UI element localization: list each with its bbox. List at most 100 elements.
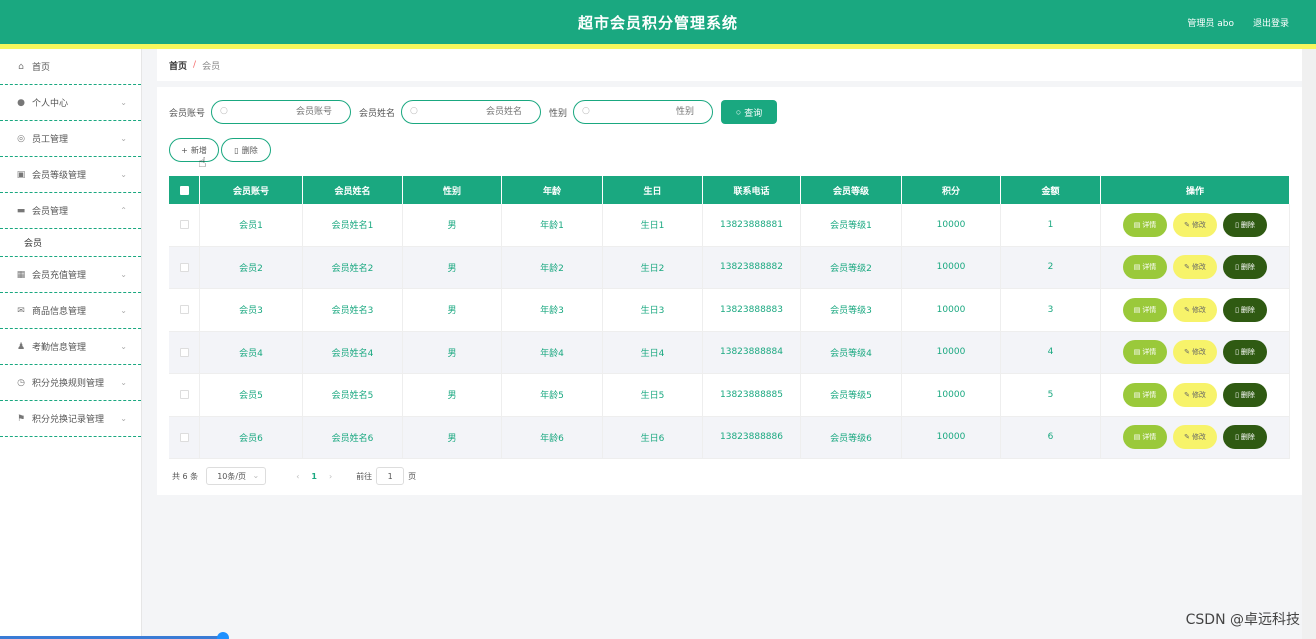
progress-dot[interactable] xyxy=(217,632,229,639)
breadcrumb-home[interactable]: 首页 xyxy=(169,59,187,72)
sidebar-item[interactable]: ♟ 考勤信息管理 ⌄ xyxy=(0,329,141,365)
table-cell: 会员等级1 xyxy=(801,204,902,246)
row-checkbox[interactable] xyxy=(179,432,189,442)
user-name[interactable]: 管理员 abo xyxy=(1187,16,1234,29)
chevron-down-icon: ⌄ xyxy=(120,134,127,143)
add-button-label: 新增 xyxy=(190,145,207,155)
table-cell: 年龄4 xyxy=(502,331,603,373)
goto-input[interactable]: 1 xyxy=(376,467,405,485)
edit-button-label: 修改 xyxy=(1191,390,1206,399)
gender-search-input[interactable] xyxy=(574,101,713,123)
pencil-icon: ✎ xyxy=(1184,220,1190,229)
file-icon: ▤ xyxy=(1133,390,1141,399)
name-search-input[interactable] xyxy=(402,101,541,123)
sidebar-item[interactable]: ◎ 员工管理 ⌄ xyxy=(0,121,141,157)
row-select-cell xyxy=(169,331,200,373)
table-cell: 6 xyxy=(1001,416,1101,458)
edit-button-label: 修改 xyxy=(1191,220,1206,229)
delete-button[interactable]: ▯ 删除 xyxy=(1223,382,1267,407)
table-cell: 会员姓名2 xyxy=(303,246,403,288)
sidebar-item[interactable]: ✉ 商品信息管理 ⌄ xyxy=(0,293,141,329)
row-checkbox[interactable] xyxy=(179,262,189,272)
plus-icon: + xyxy=(181,145,188,155)
table-cell: 13823888884 xyxy=(703,331,801,373)
row-checkbox[interactable] xyxy=(179,347,189,357)
detail-button[interactable]: ▤ 详情 xyxy=(1123,212,1167,237)
detail-button[interactable]: ▤ 详情 xyxy=(1123,382,1167,407)
delete-button[interactable]: ▯ 删除 xyxy=(1223,425,1267,450)
sidebar: ⌂ 首页 ● 个人中心 ⌄ ◎ 员工管理 ⌄ ▣ 会员等级管理 ⌄ ▬ 会员管理 ⌃ 会员 ▦ 会员充值管理 ⌄ ✉… xyxy=(0,49,142,639)
select-all-checkbox[interactable] xyxy=(179,185,189,195)
page-size-select[interactable]: 10条/页 ⌄ xyxy=(206,467,267,485)
sidebar-item[interactable]: ⌂ 首页 xyxy=(0,49,141,85)
edit-button[interactable]: ✎ 修改 xyxy=(1173,425,1217,450)
sidebar-item[interactable]: ▬ 会员管理 ⌃ xyxy=(0,193,141,229)
detail-button-label: 详情 xyxy=(1142,348,1157,357)
row-actions: ▤ 详情 ✎ 修改 ▯ 删除 xyxy=(1101,204,1290,246)
query-button[interactable]: ○ 查询 xyxy=(721,100,778,124)
sidebar-item[interactable]: ▣ 会员等级管理 ⌄ xyxy=(0,157,141,193)
table-header: 会员账号 会员姓名 性别 年龄 生日 联系电话 会员等级 积分 金额 操作 xyxy=(169,176,1290,204)
gender-search-field[interactable]: ○ xyxy=(573,100,714,124)
sidebar-item[interactable]: ▦ 会员充值管理 ⌄ xyxy=(0,257,141,293)
edit-button[interactable]: ✎ 修改 xyxy=(1173,382,1217,407)
action-bar: + 新增 ▯ 删除 xyxy=(169,138,273,162)
edit-button[interactable]: ✎ 修改 xyxy=(1173,297,1217,322)
row-checkbox[interactable] xyxy=(179,220,189,230)
sidebar-item[interactable]: ● 个人中心 ⌄ xyxy=(0,85,141,121)
chevron-down-icon: ⌄ xyxy=(120,306,127,315)
row-select-cell xyxy=(169,289,200,331)
trash-icon: ▯ xyxy=(1235,348,1239,357)
table-cell: 4 xyxy=(1001,331,1101,373)
sidebar-item-label: 员工管理 xyxy=(32,135,69,145)
column-header: 会员等级 xyxy=(801,176,902,204)
edit-button[interactable]: ✎ 修改 xyxy=(1173,255,1217,280)
row-select-cell xyxy=(169,416,200,458)
table-cell: 男 xyxy=(403,289,502,331)
edit-button[interactable]: ✎ 修改 xyxy=(1173,340,1217,365)
delete-button[interactable]: ▯ 删除 xyxy=(1223,255,1267,280)
table-cell: 13823888885 xyxy=(703,374,801,416)
mail-icon: ✉ xyxy=(17,305,25,316)
sidebar-subitem-member[interactable]: 会员 xyxy=(0,229,141,257)
next-page-icon[interactable]: › xyxy=(329,472,332,481)
row-checkbox[interactable] xyxy=(179,305,189,315)
watermark: CSDN @卓远科技 xyxy=(1185,612,1300,628)
table-row: 会员5 会员姓名5 男年龄5 生日5 13823888885 会员等级5 10000 5 ▤ 详情… xyxy=(169,374,1290,417)
delete-button[interactable]: ▯ 删除 xyxy=(1223,212,1267,237)
detail-button[interactable]: ▤ 详情 xyxy=(1123,425,1167,450)
edit-button[interactable]: ✎ 修改 xyxy=(1173,212,1217,237)
delete-button-label: 删除 xyxy=(1240,433,1255,442)
member-table: 会员账号 会员姓名 性别 年龄 生日 联系电话 会员等级 积分 金额 操作 会员1 会员姓名1 男年龄1… xyxy=(169,176,1290,459)
table-cell: 会员等级5 xyxy=(801,374,902,416)
prev-page-icon[interactable]: ‹ xyxy=(296,472,299,481)
chart-icon: ▣ xyxy=(16,169,26,180)
table-cell: 3 xyxy=(1001,289,1101,331)
sidebar-item-label: 商品信息管理 xyxy=(32,307,87,317)
detail-button[interactable]: ▤ 详情 xyxy=(1123,255,1167,280)
sidebar-item[interactable]: ◷ 积分兑换规则管理 ⌄ xyxy=(0,365,141,401)
detail-button[interactable]: ▤ 详情 xyxy=(1123,297,1167,322)
sidebar-item[interactable]: ⚑ 积分兑换记录管理 ⌄ xyxy=(0,401,141,437)
delete-button[interactable]: ▯ 删除 xyxy=(1223,340,1267,365)
table-cell: 生日1 xyxy=(603,204,703,246)
home-icon: ⌂ xyxy=(18,61,24,72)
row-checkbox[interactable] xyxy=(179,390,189,400)
sidebar-item-label: 个人中心 xyxy=(32,99,69,109)
account-search-field[interactable]: ○ xyxy=(211,100,352,124)
batch-delete-button-label: 删除 xyxy=(241,145,258,155)
batch-delete-button[interactable]: ▯ 删除 xyxy=(221,138,271,162)
name-search-field[interactable]: ○ xyxy=(401,100,542,124)
scrollbar[interactable] xyxy=(1302,49,1316,639)
detail-button-label: 详情 xyxy=(1142,263,1157,272)
sidebar-item-label: 会员等级管理 xyxy=(32,171,87,181)
table-cell: 会员姓名4 xyxy=(303,331,403,373)
logout-link[interactable]: 退出登录 xyxy=(1253,16,1289,29)
add-button[interactable]: + 新增 xyxy=(169,138,219,162)
detail-button[interactable]: ▤ 详情 xyxy=(1123,340,1167,365)
page-number[interactable]: 1 xyxy=(311,472,317,481)
user-icon: ♟ xyxy=(16,341,26,352)
account-search-input[interactable] xyxy=(212,101,351,123)
delete-button[interactable]: ▯ 删除 xyxy=(1223,297,1267,322)
table-row: 会员1 会员姓名1 男年龄1 生日1 13823888881 会员等级1 10000 1 ▤ 详情… xyxy=(169,204,1290,247)
